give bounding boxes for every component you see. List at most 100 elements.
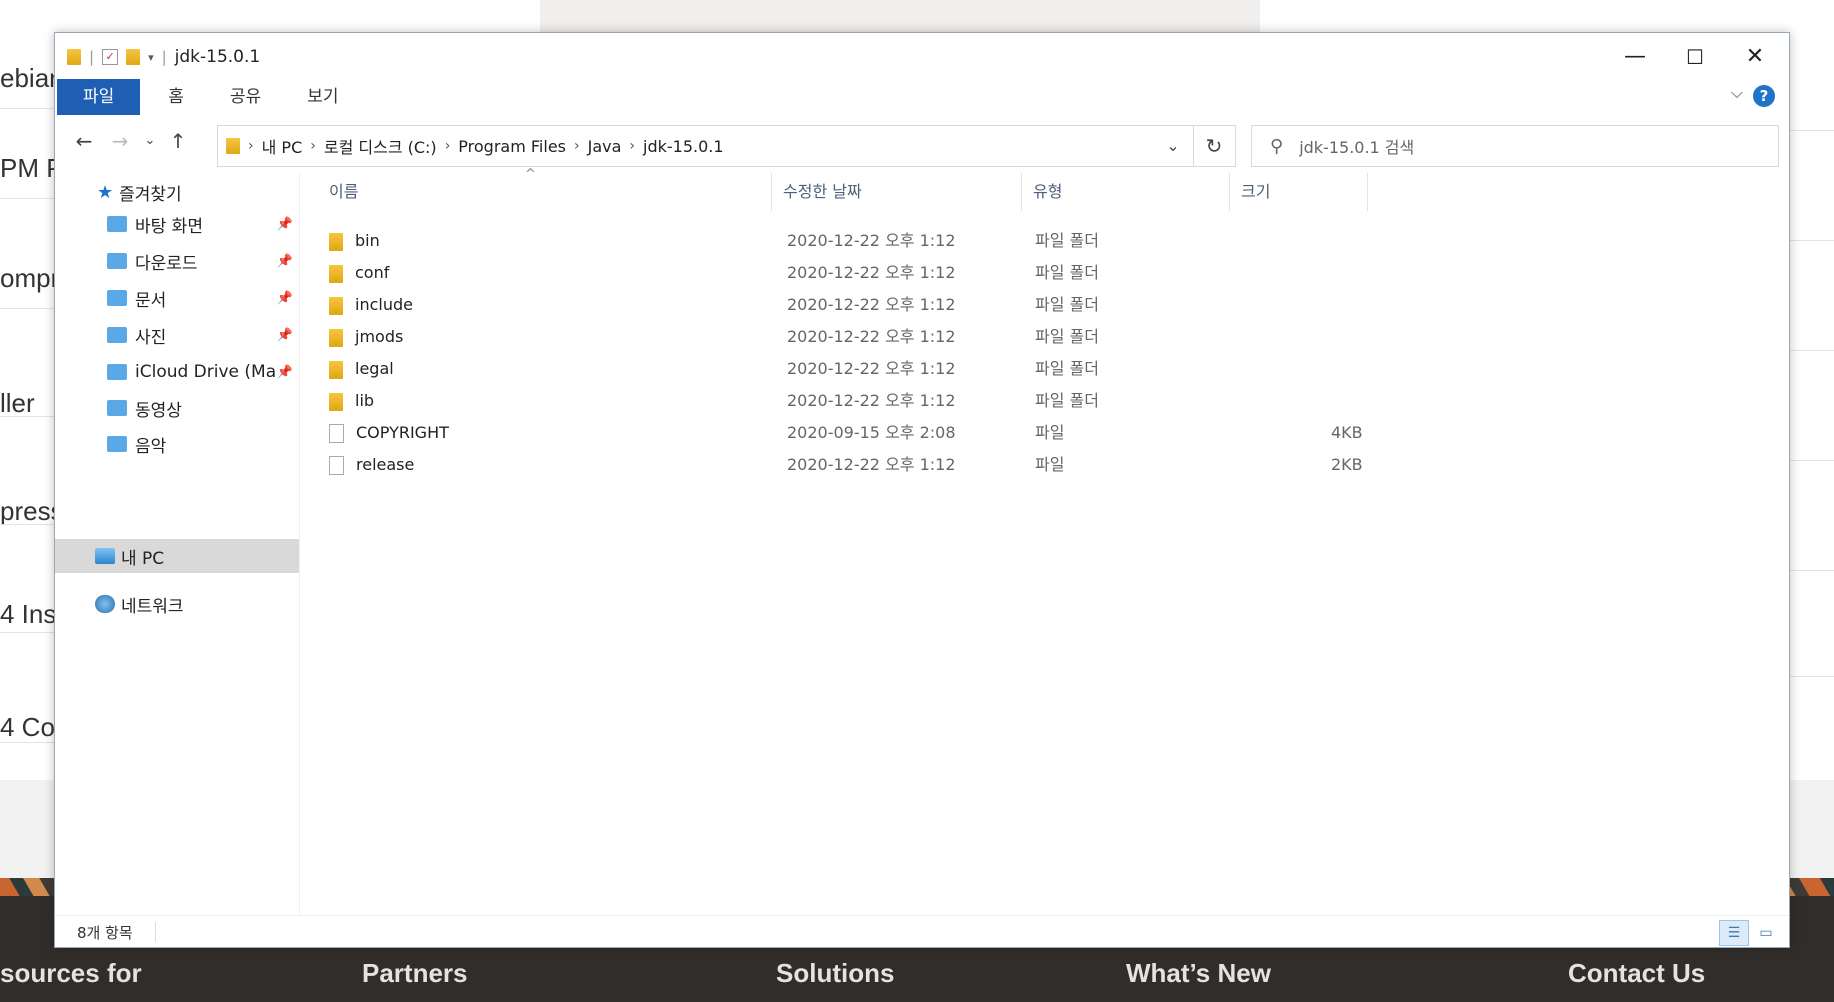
refresh-icon[interactable]: ↻ bbox=[1193, 125, 1236, 167]
file-type: 파일 bbox=[1035, 455, 1065, 474]
new-folder-icon[interactable] bbox=[126, 49, 141, 65]
sort-ascending-icon: ^ bbox=[525, 167, 536, 182]
sidebar-item-label: 사진 bbox=[135, 327, 167, 348]
window-title: jdk-15.0.1 bbox=[174, 47, 261, 67]
breadcrumb-local-disk[interactable]: 로컬 디스크 (C:) bbox=[324, 134, 437, 158]
file-date: 2020-09-15 오후 2:08 bbox=[787, 423, 956, 442]
file-date: 2020-12-22 오후 1:12 bbox=[787, 263, 956, 282]
properties-icon[interactable]: ✓ bbox=[102, 49, 119, 65]
chevron-right-icon[interactable]: › bbox=[574, 138, 580, 154]
status-bar: 8개 항목 ☰ ▭ bbox=[55, 915, 1789, 948]
file-row[interactable]: include 2020-12-22 오후 1:12 파일 폴더 bbox=[325, 289, 1225, 321]
file-row[interactable]: lib 2020-12-22 오후 1:12 파일 폴더 bbox=[325, 385, 1225, 417]
folder-icon bbox=[329, 296, 343, 315]
breadcrumb-java[interactable]: Java bbox=[588, 137, 622, 156]
column-divider[interactable] bbox=[1367, 173, 1368, 211]
document-icon bbox=[329, 424, 344, 443]
background-text: PM Pa bbox=[0, 108, 60, 199]
background-text: 4 Inst bbox=[0, 524, 60, 633]
sidebar-item-videos[interactable]: 동영상 bbox=[55, 391, 299, 425]
recent-locations-chevron-icon[interactable]: ⌄ bbox=[135, 133, 165, 148]
folder-icon bbox=[329, 392, 343, 411]
sidebar-item-network[interactable]: 네트워크 bbox=[55, 587, 299, 621]
footer-link-partners[interactable]: Partners bbox=[362, 958, 468, 989]
sidebar-item-favorites[interactable]: ★ 즐겨찾기 bbox=[55, 175, 299, 209]
background-text: ller bbox=[0, 308, 60, 417]
file-row[interactable]: bin 2020-12-22 오후 1:12 파일 폴더 bbox=[325, 225, 1225, 257]
file-type: 파일 폴더 bbox=[1035, 295, 1099, 314]
sidebar-item-icloud-drive[interactable]: iCloud Drive (Ma 📌 bbox=[55, 355, 299, 389]
file-date: 2020-12-22 오후 1:12 bbox=[787, 327, 956, 346]
breadcrumb-program-files[interactable]: Program Files bbox=[458, 137, 566, 156]
sidebar-item-label: 바탕 화면 bbox=[135, 216, 203, 237]
file-row[interactable]: conf 2020-12-22 오후 1:12 파일 폴더 bbox=[325, 257, 1225, 289]
file-type: 파일 폴더 bbox=[1035, 263, 1099, 282]
icloud-drive-icon bbox=[107, 364, 127, 380]
sidebar-item-desktop[interactable]: 바탕 화면 📌 bbox=[55, 207, 299, 241]
column-header-size[interactable]: 크기 bbox=[1241, 173, 1270, 211]
downloads-icon bbox=[107, 253, 127, 269]
expand-ribbon-icon[interactable]: ⌵ bbox=[1731, 83, 1743, 103]
column-header-name[interactable]: 이름 bbox=[329, 173, 358, 211]
file-name: bin bbox=[355, 231, 380, 250]
column-header-date[interactable]: 수정한 날짜 bbox=[783, 173, 862, 211]
large-icons-view-icon[interactable]: ▭ bbox=[1751, 920, 1781, 946]
breadcrumb-jdk[interactable]: jdk-15.0.1 bbox=[643, 137, 724, 156]
tab-file[interactable]: 파일 bbox=[57, 79, 141, 115]
column-header-type[interactable]: 유형 bbox=[1033, 173, 1062, 211]
tab-view[interactable]: 보기 bbox=[281, 79, 358, 115]
title-bar: | ✓ ▾ | jdk-15.0.1 — ☐ ✕ bbox=[55, 33, 1789, 79]
sidebar-item-label: 내 PC bbox=[121, 548, 165, 569]
file-name: conf bbox=[355, 263, 390, 282]
background-text: 4 Cor bbox=[0, 632, 60, 743]
sidebar-item-label: 네트워크 bbox=[121, 596, 184, 617]
column-divider[interactable] bbox=[1021, 173, 1022, 211]
file-name: release bbox=[356, 455, 415, 474]
computer-icon bbox=[95, 548, 115, 564]
customize-toolbar-icon[interactable]: ▾ bbox=[148, 51, 154, 64]
pin-icon: 📌 bbox=[276, 364, 293, 380]
column-divider[interactable] bbox=[771, 173, 772, 211]
navigation-bar: ← → ⌄ ↑ › 내 PC › 로컬 디스크 (C:) › Program F… bbox=[55, 119, 1789, 169]
file-type: 파일 폴더 bbox=[1035, 359, 1099, 378]
file-explorer-window: | ✓ ▾ | jdk-15.0.1 — ☐ ✕ 파일 홈 공유 보기 ⌵ ? … bbox=[54, 32, 1790, 948]
breadcrumb-this-pc[interactable]: 내 PC bbox=[262, 134, 303, 158]
footer-link-resources[interactable]: sources for bbox=[0, 958, 142, 989]
file-row[interactable]: release 2020-12-22 오후 1:12 파일 2KB bbox=[325, 449, 1363, 481]
tab-home[interactable]: 홈 bbox=[140, 79, 204, 115]
footer-link-solutions[interactable]: Solutions bbox=[776, 958, 894, 989]
chevron-right-icon[interactable]: › bbox=[445, 138, 451, 154]
chevron-right-icon[interactable]: › bbox=[248, 138, 254, 154]
help-icon[interactable]: ? bbox=[1753, 85, 1775, 107]
file-date: 2020-12-22 오후 1:12 bbox=[787, 455, 956, 474]
sidebar-item-music[interactable]: 음악 bbox=[55, 427, 299, 461]
footer-link-contact-us[interactable]: Contact Us bbox=[1568, 958, 1705, 989]
search-box[interactable]: ⚲ jdk-15.0.1 검색 bbox=[1251, 125, 1779, 167]
sidebar-item-pictures[interactable]: 사진 📌 bbox=[55, 318, 299, 352]
background-page-right bbox=[1789, 0, 1834, 880]
minimize-button[interactable]: — bbox=[1605, 39, 1665, 75]
tab-share[interactable]: 공유 bbox=[204, 79, 281, 115]
up-arrow-icon[interactable]: ↑ bbox=[163, 129, 193, 153]
search-input[interactable]: jdk-15.0.1 검색 bbox=[1299, 134, 1414, 158]
address-bar[interactable]: › 내 PC › 로컬 디스크 (C:) › Program Files › J… bbox=[217, 125, 1194, 167]
videos-icon bbox=[107, 400, 127, 416]
footer-link-whats-new[interactable]: What’s New bbox=[1126, 958, 1271, 989]
file-row[interactable]: COPYRIGHT 2020-09-15 오후 2:08 파일 4KB bbox=[325, 417, 1363, 449]
chevron-right-icon[interactable]: › bbox=[310, 138, 316, 154]
file-row[interactable]: jmods 2020-12-22 오후 1:12 파일 폴더 bbox=[325, 321, 1225, 353]
column-divider[interactable] bbox=[1229, 173, 1230, 211]
file-type: 파일 bbox=[1035, 423, 1065, 442]
file-name: jmods bbox=[355, 327, 404, 346]
back-arrow-icon[interactable]: ← bbox=[69, 129, 99, 153]
maximize-button[interactable]: ☐ bbox=[1665, 39, 1725, 75]
close-button[interactable]: ✕ bbox=[1725, 39, 1785, 75]
file-row[interactable]: legal 2020-12-22 오후 1:12 파일 폴더 bbox=[325, 353, 1225, 385]
sidebar-item-documents[interactable]: 문서 📌 bbox=[55, 281, 299, 315]
sidebar-item-this-pc[interactable]: 내 PC bbox=[55, 539, 299, 573]
details-view-icon[interactable]: ☰ bbox=[1719, 920, 1749, 946]
forward-arrow-icon[interactable]: → bbox=[105, 129, 135, 153]
chevron-right-icon[interactable]: › bbox=[629, 138, 635, 154]
address-dropdown-chevron-icon[interactable]: ⌄ bbox=[1153, 126, 1193, 166]
sidebar-item-downloads[interactable]: 다운로드 📌 bbox=[55, 244, 299, 278]
